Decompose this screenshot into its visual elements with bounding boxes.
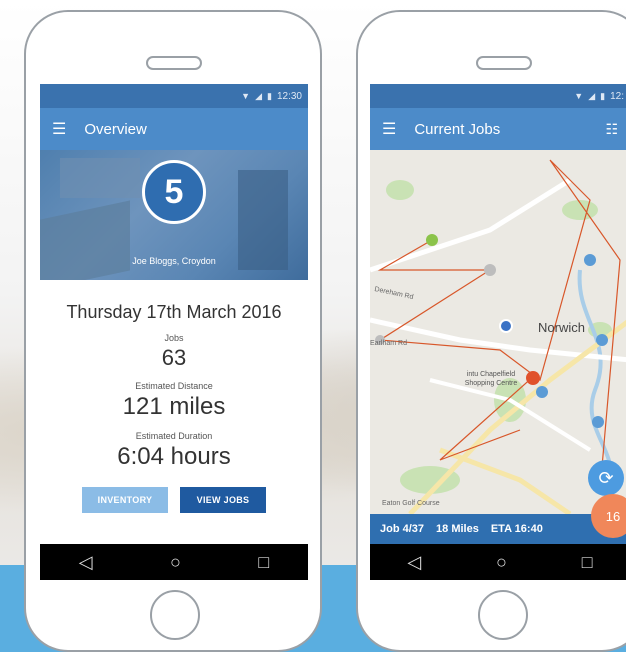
signal-icon: ◢ <box>255 90 263 101</box>
distance-value: 121 miles <box>122 393 226 420</box>
view-jobs-button[interactable]: VIEW JOBS <box>180 487 266 513</box>
action-buttons: INVENTORY VIEW JOBS <box>40 487 308 513</box>
map-canvas <box>370 150 626 514</box>
user-caption: Joe Bloggs, Croydon <box>132 256 216 266</box>
page-title: Current Jobs <box>414 120 501 138</box>
status-bar: ▼ ◢ ▮ 12: <box>370 84 626 108</box>
map-marker[interactable] <box>484 264 496 276</box>
battery-icon: ▮ <box>600 90 606 101</box>
hero-photo-shape <box>40 200 130 280</box>
job-eta: ETA 16:40 <box>490 523 543 535</box>
back-icon[interactable]: ◁ <box>407 552 421 573</box>
phone-home-button[interactable] <box>150 590 200 640</box>
jobs-value: 63 <box>161 345 187 370</box>
menu-icon[interactable]: ☰ <box>382 119 396 139</box>
map-marker[interactable] <box>584 254 596 266</box>
android-nav-bar: ◁ ○ □ <box>40 544 308 580</box>
company-logo-icon: 5 <box>142 160 206 224</box>
current-jobs-screen: ▼ ◢ ▮ 12: ☰ Current Jobs ☷ Norwich intu … <box>370 84 626 580</box>
home-icon[interactable]: ○ <box>496 552 507 573</box>
duration-value: 6:04 hours <box>117 443 231 470</box>
hero-photo-shape <box>60 158 140 198</box>
distance-label: Estimated Distance <box>135 381 213 391</box>
back-icon[interactable]: ◁ <box>79 552 93 573</box>
map-marker[interactable] <box>596 334 608 346</box>
wifi-icon: ▼ <box>574 91 584 101</box>
hero-photo-shape <box>238 170 288 270</box>
job-summary-bar: Job 4/37 18 Miles ETA 16:40 <box>370 514 626 544</box>
duration-label: Estimated Duration <box>135 431 213 441</box>
poi-label: intu Chapelfield Shopping Centre <box>464 371 518 387</box>
refresh-icon[interactable]: ⟳ <box>588 460 624 496</box>
phone-current-jobs: ▼ ◢ ▮ 12: ☰ Current Jobs ☷ Norwich intu … <box>356 10 626 652</box>
map-marker[interactable] <box>426 234 438 246</box>
app-bar: ☰ Current Jobs ☷ <box>370 108 626 150</box>
app-bar: ☰ Overview <box>40 108 308 150</box>
status-bar: ▼ ◢ ▮ 12:30 <box>40 84 308 108</box>
city-label: Norwich <box>538 320 585 335</box>
road-label: Eaton Golf Course <box>382 500 440 507</box>
status-time: 12: <box>610 90 624 102</box>
android-nav-bar: ◁ ○ □ <box>370 544 626 580</box>
map-marker-active[interactable] <box>526 371 540 385</box>
signal-icon: ◢ <box>588 90 596 101</box>
route-map[interactable]: Norwich intu Chapelfield Shopping Centre… <box>370 150 626 514</box>
map-marker[interactable] <box>536 386 548 398</box>
phone-overview: ▼ ◢ ▮ 12:30 ☰ Overview 5 Joe Bloggs, Cro… <box>24 10 322 652</box>
park-area <box>386 180 414 200</box>
recents-icon[interactable]: □ <box>258 552 269 573</box>
map-marker[interactable] <box>592 416 604 428</box>
home-icon[interactable]: ○ <box>170 552 181 573</box>
battery-icon: ▮ <box>267 90 272 101</box>
road-label: Earlham Rd <box>370 340 407 347</box>
status-time: 12:30 <box>276 90 302 102</box>
hero-banner: 5 Joe Bloggs, Croydon <box>40 150 308 280</box>
job-miles: 18 Miles <box>436 523 479 535</box>
jobs-label: Jobs <box>164 333 184 343</box>
phone-home-button[interactable] <box>478 590 528 640</box>
overview-screen: ▼ ◢ ▮ 12:30 ☰ Overview 5 Joe Bloggs, Cro… <box>40 84 308 580</box>
recents-icon[interactable]: □ <box>582 552 593 573</box>
phone-speaker <box>476 56 532 70</box>
wifi-icon: ▼ <box>241 91 251 101</box>
page-title: Overview <box>84 120 147 138</box>
phone-speaker <box>146 56 202 70</box>
list-icon[interactable]: ☷ <box>605 121 618 138</box>
inventory-button[interactable]: INVENTORY <box>82 487 168 513</box>
location-dot-icon <box>499 319 513 333</box>
overview-date: Thursday 17th March 2016 <box>66 302 282 322</box>
menu-icon[interactable]: ☰ <box>52 119 66 139</box>
job-progress: Job 4/37 <box>380 523 425 535</box>
